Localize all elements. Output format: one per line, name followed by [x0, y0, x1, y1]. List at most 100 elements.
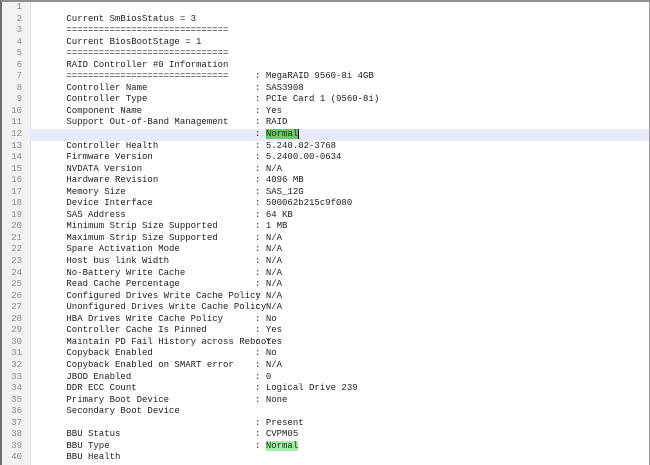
field-value: : SAS3908	[255, 83, 304, 95]
line-number: 6	[2, 60, 30, 72]
line-number: 14	[2, 152, 30, 164]
field-value: : Logical Drive 239	[255, 383, 358, 395]
text-line[interactable]: 31 Copyback Enabled on SMART error : No	[2, 348, 649, 360]
field-value-text: N/A	[266, 256, 282, 266]
field-value-text: PCIe Card 1 (9560-8i)	[266, 94, 379, 104]
field-value: : SAS_12G	[255, 187, 304, 199]
line-number: 29	[2, 325, 30, 337]
text-line[interactable]: 12 Controller Health : Normal	[2, 129, 649, 141]
text-line[interactable]: 22 Host bus link Width : N/A	[2, 244, 649, 256]
field-value-text: CVPM05	[266, 429, 298, 439]
field-value: : N/A	[255, 233, 282, 245]
field-value: : Normal	[255, 129, 299, 141]
text-line[interactable]: 8 Controller Type : SAS3908	[2, 83, 649, 95]
line-number: 32	[2, 360, 30, 372]
text-line[interactable]: 5 RAID Controller #0 Information	[2, 48, 649, 60]
text-line[interactable]: 39 BBU Health : Normal	[2, 441, 649, 453]
line-number: 36	[2, 406, 30, 418]
field-value: : 1 MB	[255, 221, 287, 233]
field-value-text: RAID	[266, 117, 288, 127]
text-line[interactable]: 9 Component Name : PCIe Card 1 (9560-8i)	[2, 94, 649, 106]
line-number: 26	[2, 291, 30, 303]
text-line[interactable]: 27 HBA Drives Write Cache Policy : N/A	[2, 302, 649, 314]
field-value-text: No	[266, 314, 277, 324]
text-line[interactable]: 28 Controller Cache Is Pinned : No	[2, 314, 649, 326]
text-line[interactable]: 15 Hardware Revision : N/A	[2, 164, 649, 176]
field-value-text: SAS_12G	[266, 187, 304, 197]
field-value: : N/A	[255, 302, 282, 314]
field-value: : Present	[255, 418, 304, 430]
field-value: : 500062b215c9f080	[255, 198, 352, 210]
field-value-text: N/A	[266, 279, 282, 289]
text-line[interactable]: 7 Controller Name : MegaRAID 9560-8i 4GB	[2, 71, 649, 83]
text-line[interactable]: 6 ==============================	[2, 60, 649, 72]
line-number: 35	[2, 395, 30, 407]
text-line[interactable]: 1 Current SmBiosStatus = 3	[2, 2, 649, 14]
line-number: 22	[2, 244, 30, 256]
text-line[interactable]: 25 Configured Drives Write Cache Policy …	[2, 279, 649, 291]
text-line[interactable]: 32 JBOD Enabled : N/A	[2, 360, 649, 372]
field-value: : Yes	[255, 325, 282, 337]
field-value-text: N/A	[266, 233, 282, 243]
text-line[interactable]: 16 Memory Size : 4096 MB	[2, 175, 649, 187]
field-value: : No	[255, 348, 277, 360]
line-number: 10	[2, 106, 30, 118]
field-value: : 0	[255, 372, 271, 384]
field-value: : N/A	[255, 256, 282, 268]
field-value: : MegaRAID 9560-8i 4GB	[255, 71, 374, 83]
field-value-text: Yes	[266, 325, 282, 335]
line-number: 25	[2, 279, 30, 291]
text-line[interactable]: 40	[2, 452, 649, 464]
line-number: 39	[2, 441, 30, 453]
field-value-text: 5.240.02-3768	[266, 141, 336, 151]
line-number: 16	[2, 175, 30, 187]
text-line[interactable]: 17 Device Interface : SAS_12G	[2, 187, 649, 199]
line-number: 15	[2, 164, 30, 176]
field-value-text: Logical Drive 239	[266, 383, 358, 393]
line-number: 40	[2, 452, 30, 464]
line-number: 21	[2, 233, 30, 245]
field-value-text: None	[266, 395, 288, 405]
text-line[interactable]: 23 No-Battery Write Cache : N/A	[2, 256, 649, 268]
text-area[interactable]: 1 Current SmBiosStatus = 3 2 ===========…	[2, 2, 649, 464]
field-value: : PCIe Card 1 (9560-8i)	[255, 94, 379, 106]
field-value: : N/A	[255, 279, 282, 291]
field-value-text: N/A	[266, 291, 282, 301]
field-value-text: No	[266, 348, 277, 358]
line-number: 19	[2, 210, 30, 222]
line-number: 5	[2, 48, 30, 60]
text-line[interactable]: 26 Unonfigured Drives Write Cache Policy…	[2, 291, 649, 303]
line-number: 34	[2, 383, 30, 395]
text-line[interactable]: 13 Firmware Version : 5.240.02-3768	[2, 141, 649, 153]
line-number: 37	[2, 418, 30, 430]
field-value: : 64 KB	[255, 210, 293, 222]
text-line[interactable]: 30 Copyback Enabled : Yes	[2, 337, 649, 349]
text-line[interactable]: 14 NVDATA Version : 5.2400.00-0634	[2, 152, 649, 164]
text-line[interactable]: 18 SAS Address : 500062b215c9f080	[2, 198, 649, 210]
text-line[interactable]: 2 ==============================	[2, 14, 649, 26]
text-line[interactable]: 38 BBU Type : CVPM05	[2, 429, 649, 441]
text-line[interactable]: 24 Read Cache Percentage : N/A	[2, 268, 649, 280]
field-value-text: N/A	[266, 164, 282, 174]
text-line[interactable]: 29 Maintain PD Fail History across Reboo…	[2, 325, 649, 337]
text-line[interactable]: 33 DDR ECC Count : 0	[2, 372, 649, 384]
line-number: 1	[2, 2, 30, 14]
text-line[interactable]: 36	[2, 406, 649, 418]
text-line[interactable]: 4 ==============================	[2, 37, 649, 49]
highlighted-match: Normal	[266, 129, 298, 139]
text-line[interactable]: 34 Primary Boot Device : Logical Drive 2…	[2, 383, 649, 395]
field-value-text: 5.2400.00-0634	[266, 152, 342, 162]
line-number: 13	[2, 141, 30, 153]
field-value-text: 4096 MB	[266, 175, 304, 185]
text-line[interactable]: 37 BBU Status : Present	[2, 418, 649, 430]
text-line[interactable]: 21 Spare Activation Mode : N/A	[2, 233, 649, 245]
text-line[interactable]: 10 Support Out-of-Band Management : Yes	[2, 106, 649, 118]
field-value: : Yes	[255, 106, 282, 118]
text-line[interactable]: 3 Current BiosBootStage = 1	[2, 25, 649, 37]
text-line[interactable]: 11 Controller Mode : RAID	[2, 117, 649, 129]
field-value-text: SAS3908	[266, 83, 304, 93]
field-value-text: Yes	[266, 106, 282, 116]
text-line[interactable]: 19 Minimum Strip Size Supported : 64 KB	[2, 210, 649, 222]
text-line[interactable]: 20 Maximum Strip Size Supported : 1 MB	[2, 221, 649, 233]
text-line[interactable]: 35 Secondary Boot Device : None	[2, 395, 649, 407]
